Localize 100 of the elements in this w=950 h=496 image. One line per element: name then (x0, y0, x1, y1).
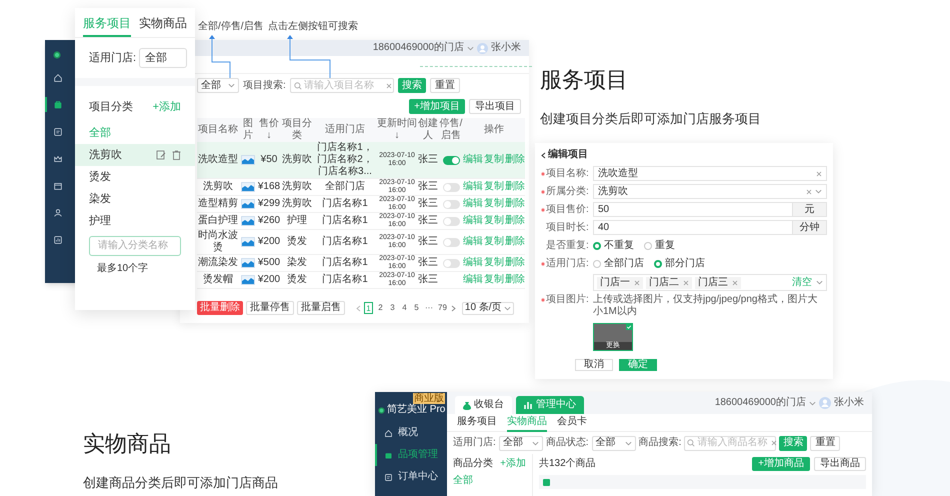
toggle-switch[interactable] (442, 156, 460, 164)
filter-select[interactable]: 全部 (498, 436, 543, 450)
chart-icon[interactable] (53, 234, 63, 244)
close-icon (806, 188, 812, 194)
toggle-switch[interactable] (442, 200, 460, 208)
store-name[interactable]: 18600469000的门店 (372, 42, 464, 54)
column-header: 停售/启售 (439, 118, 463, 142)
reset-button[interactable]: 重置 (430, 78, 460, 93)
radio-option[interactable]: 不重复 (593, 240, 634, 252)
search-field[interactable]: 请输入项目名称 (290, 78, 394, 93)
toggle-switch[interactable] (442, 258, 460, 268)
table-cell-text: ¥50 (260, 153, 278, 167)
number-field[interactable]: 40 (593, 220, 793, 235)
unit-label: 元 (793, 202, 827, 217)
nav-item[interactable]: 订单中心 (375, 466, 447, 488)
table-cell-text: 门店名称1 (321, 272, 369, 287)
store-select[interactable]: 全部 (139, 48, 188, 68)
toggle-switch[interactable] (442, 216, 460, 226)
section-title: 实物商品 (83, 431, 171, 457)
store-tag[interactable]: 门店三 (695, 276, 741, 288)
section-heading: 项目分类 (89, 100, 133, 114)
home-icon[interactable] (53, 72, 63, 82)
field-label: 项目图片: (546, 294, 589, 306)
page-button[interactable]: 79 (437, 302, 448, 314)
bulk-button[interactable]: 批量停售 (246, 301, 294, 315)
page-button[interactable]: 4 (400, 302, 409, 314)
reset-button[interactable]: 重置 (810, 436, 840, 450)
toggle-switch[interactable] (442, 182, 460, 192)
tab[interactable]: 会员卡 (557, 414, 587, 432)
image-icon (241, 258, 255, 268)
person-icon[interactable] (53, 208, 63, 218)
user-name: 张小米 (834, 397, 864, 409)
close-icon (771, 440, 778, 446)
field-label: 适用门店: (546, 258, 589, 270)
table-cell-text: 染发 (286, 256, 308, 270)
table-cell-text: ¥168 (257, 180, 281, 194)
close-icon (816, 170, 822, 176)
caret-icon (816, 280, 823, 285)
category-item[interactable]: 护理 (75, 210, 195, 232)
tab[interactable]: 服务项目 (457, 414, 497, 432)
field-label: 项目售价: (546, 204, 589, 216)
radio-option[interactable]: 部分门店 (654, 258, 705, 270)
status-select[interactable]: 全部 (197, 78, 239, 93)
column-header: 操作 (483, 123, 505, 137)
field-label: 商品状态: (546, 437, 589, 449)
store-tags-field[interactable]: 门店一 门店二 门店三 清空 (593, 274, 827, 291)
page-size-select[interactable]: 10 条/页 (462, 302, 514, 314)
category-name-field[interactable]: 请输入分类名称 (89, 236, 181, 256)
table-cell-text: 全部门店 (324, 180, 366, 194)
category-item[interactable]: 洗剪吹 (75, 144, 195, 166)
chevron-left-icon (356, 304, 361, 312)
tab[interactable]: 收银台 (455, 396, 512, 414)
toggle-switch[interactable] (442, 238, 460, 246)
store-name[interactable]: 18600469000的门店 (714, 397, 806, 409)
store-tag[interactable]: 门店一 (597, 276, 643, 288)
export-button[interactable]: 导出项目 (469, 99, 521, 114)
tab[interactable]: 实物商品 (139, 16, 187, 37)
edition-badge: 商业版 (413, 393, 445, 404)
table-cell-text: 门店名称1 (321, 196, 369, 211)
section-heading: 商品分类 (453, 458, 493, 470)
table-cell-text: 洗剪吹 (281, 152, 313, 167)
table-cell-text: 张三 (417, 214, 439, 228)
store-tag[interactable]: 门店二 (646, 276, 692, 288)
caret-icon (504, 306, 511, 310)
radio-option[interactable]: 全部门店 (593, 258, 644, 270)
category-item[interactable]: 染发 (75, 188, 195, 210)
text-field[interactable]: 洗吹造型 (593, 166, 827, 181)
radio-option[interactable]: 重复 (644, 240, 675, 252)
bag-icon[interactable] (53, 100, 63, 110)
field-label: 商品搜索: (638, 437, 682, 449)
annotation-label: 全部/停售/启售 (198, 21, 264, 33)
page-button[interactable]: 2 (376, 302, 385, 314)
crown-icon[interactable] (53, 154, 63, 164)
table-cell-text: ¥500 (257, 256, 281, 270)
nav-item[interactable]: 概况 (375, 422, 447, 444)
image-icon (241, 216, 255, 226)
page-button[interactable]: 5 (412, 302, 421, 314)
delete-button[interactable]: 批量删除 (197, 301, 243, 315)
category-select[interactable]: 洗剪吹 (593, 184, 827, 199)
page-button[interactable]: ··· (424, 302, 434, 314)
bulk-button[interactable]: 批量启售 (297, 301, 345, 315)
box-icon[interactable] (53, 180, 63, 190)
export-button[interactable]: 导出商品 (814, 457, 866, 471)
table-cell-text: 张三 (417, 196, 439, 211)
field-label: 项目名称: (546, 168, 589, 180)
table-cell-text: 门店名称1 (321, 256, 369, 270)
user-name: 张小米 (491, 42, 521, 54)
caret-icon (815, 189, 822, 194)
table-cell: 时尚水波烫 (197, 230, 239, 254)
category-item[interactable]: 烫发 (75, 166, 195, 188)
filter-select[interactable]: 全部 (592, 436, 636, 450)
home-icon (384, 428, 393, 438)
page-button[interactable]: 3 (388, 302, 397, 314)
image-icon (241, 275, 255, 285)
cancel-button[interactable]: 取消 (575, 359, 613, 371)
nav-item[interactable]: 品项管理 (375, 444, 447, 466)
column-header: 项目分类 (281, 118, 313, 142)
field-label: 适用门店: (453, 437, 496, 449)
document-icon[interactable] (53, 126, 63, 136)
number-field[interactable]: 50 (593, 202, 793, 217)
